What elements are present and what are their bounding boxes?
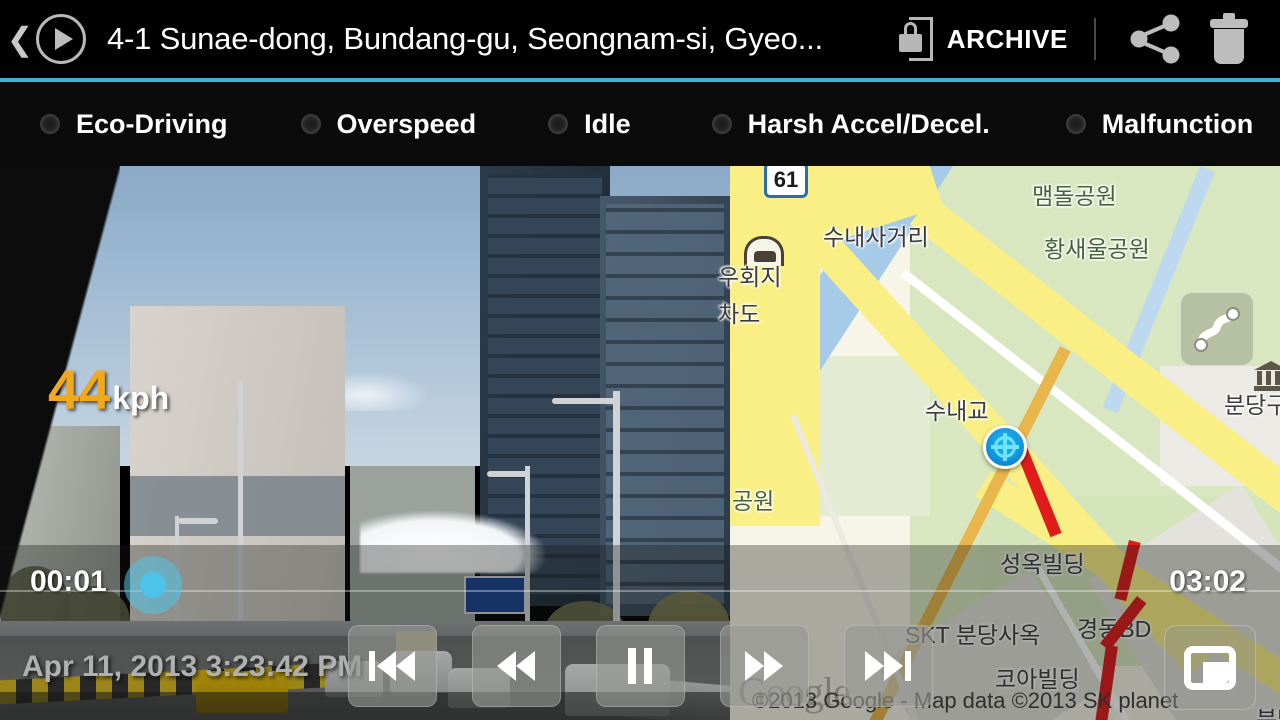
play-triangle-icon xyxy=(54,28,73,50)
event-indicator-overspeed[interactable]: Overspeed xyxy=(300,108,477,140)
event-indicator-harsh-accel-decel[interactable]: Harsh Accel/Decel. xyxy=(711,108,990,140)
fast-forward-icon xyxy=(745,651,783,681)
delete-button[interactable] xyxy=(1192,0,1266,78)
share-button[interactable] xyxy=(1118,0,1192,78)
current-time-label: 00:01 xyxy=(30,565,107,598)
rewind-icon xyxy=(497,651,535,681)
rewind-button[interactable] xyxy=(471,625,561,707)
seek-handle[interactable] xyxy=(124,556,182,614)
page-title: 4-1 Sunae-dong, Bundang-gu, Seongnam-si,… xyxy=(107,21,823,56)
lock-archive-icon xyxy=(898,17,933,61)
event-label: Overspeed xyxy=(336,108,477,139)
skip-previous-icon xyxy=(369,651,415,681)
header-actions: ARCHIVE xyxy=(881,0,1280,78)
event-indicator-eco-driving[interactable]: Eco-Driving xyxy=(40,109,228,140)
picture-in-picture-button[interactable] xyxy=(1164,625,1256,710)
route-path-button[interactable] xyxy=(1180,292,1254,366)
speed-readout: 44 kph xyxy=(48,362,169,418)
current-location-marker-icon[interactable] xyxy=(983,425,1027,469)
video-streetlight-arm xyxy=(178,518,218,524)
status-dot-icon xyxy=(1065,114,1086,134)
header-divider xyxy=(1094,18,1096,60)
pause-icon xyxy=(628,648,652,684)
skip-next-icon xyxy=(865,651,911,681)
map-tunnel-icon xyxy=(744,236,784,266)
pause-button[interactable] xyxy=(595,625,685,707)
seek-knob xyxy=(140,572,166,598)
marker-crosshair-icon xyxy=(991,433,1019,461)
speed-value: 44 xyxy=(48,358,111,421)
event-indicator-malfunction[interactable]: Malfunction xyxy=(1065,108,1254,140)
transport-controls xyxy=(0,625,1280,715)
status-dot-icon xyxy=(40,114,60,134)
picture-in-picture-icon xyxy=(1184,645,1236,690)
skip-previous-button[interactable] xyxy=(347,625,437,707)
video-streetlight-arm xyxy=(552,398,618,404)
speed-unit: kph xyxy=(112,380,170,416)
share-icon xyxy=(1130,14,1180,64)
video-streetlight-arm xyxy=(487,471,529,477)
event-label: Idle xyxy=(584,108,631,139)
map-route-shield: 61 xyxy=(764,166,808,198)
status-dot-icon xyxy=(548,114,569,134)
status-dot-icon xyxy=(711,114,732,134)
play-icon[interactable] xyxy=(36,14,86,64)
event-status-bar: Eco-Driving Overspeed Idle Harsh Accel/D… xyxy=(0,82,1280,166)
status-dot-icon xyxy=(300,114,321,134)
map-landmark-icon xyxy=(1254,361,1280,391)
event-label: Harsh Accel/Decel. xyxy=(747,108,990,139)
event-indicator-idle[interactable]: Idle xyxy=(548,109,631,140)
fast-forward-button[interactable] xyxy=(719,625,809,707)
event-label: Malfunction xyxy=(1101,108,1254,139)
back-chevron-icon[interactable]: ❮ xyxy=(0,0,34,78)
skip-next-button[interactable] xyxy=(843,625,933,707)
archive-label: ARCHIVE xyxy=(946,23,1068,54)
event-label: Eco-Driving xyxy=(76,108,228,139)
route-path-icon xyxy=(1194,307,1240,352)
trash-icon xyxy=(1210,13,1248,64)
video-building-windows xyxy=(606,204,724,604)
archive-button[interactable]: ARCHIVE xyxy=(881,0,1086,78)
app-header: ❮ 4-1 Sunae-dong, Bundang-gu, Seongnam-s… xyxy=(0,0,1280,78)
seek-bar[interactable] xyxy=(0,590,1280,592)
total-time-label: 03:02 xyxy=(1169,565,1246,598)
dashcam-playback-screen: ❮ 4-1 Sunae-dong, Bundang-gu, Seongnam-s… xyxy=(0,0,1280,720)
